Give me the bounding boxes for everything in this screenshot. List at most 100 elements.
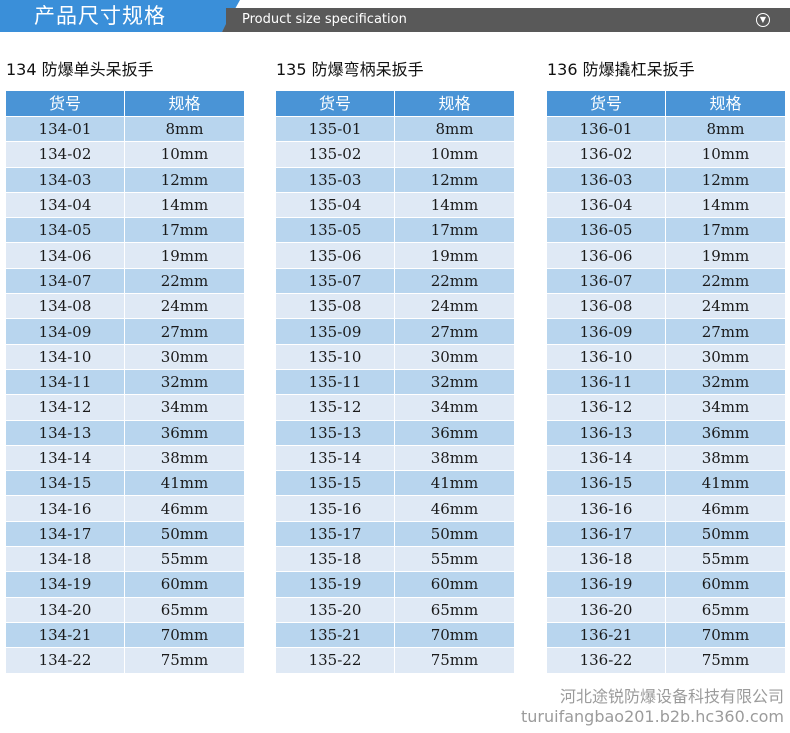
cell-spec: 27mm [124,318,245,345]
cell-spec: 10mm [124,141,245,168]
table-row: 136-20 65mm [546,596,786,623]
cell-item-no: 134-01 [5,115,125,143]
cell-spec: 24mm [665,293,786,320]
cell-item-no: 135-16 [275,495,395,522]
table-row: 134-06 19mm [5,242,245,269]
cell-item-no: 136-15 [546,470,666,497]
table-row: 136-07 22mm [546,267,786,295]
table-row: 136-09 27mm [546,318,786,345]
cell-spec: 27mm [394,318,515,345]
table-header-row: 货号 规格 [5,90,245,117]
cell-item-no: 135-01 [275,115,395,143]
cell-item-no: 135-22 [275,647,395,674]
table-row: 134-04 14mm [5,191,245,219]
table-header-row: 货号 规格 [546,90,786,117]
cell-spec: 75mm [394,647,515,674]
cell-item-no: 135-06 [275,242,395,269]
table-header-row: 货号 规格 [275,90,515,117]
cell-item-no: 136-08 [546,293,666,320]
cell-item-no: 134-08 [5,293,125,320]
cell-spec: 30mm [394,343,515,370]
cell-spec: 19mm [124,242,245,269]
cell-item-no: 135-21 [275,621,395,649]
table-row: 135-04 14mm [275,191,515,219]
cell-item-no: 136-01 [546,115,666,143]
cell-item-no: 136-16 [546,495,666,522]
table-row: 135-03 12mm [275,166,515,193]
column-header-item-no: 货号 [546,90,666,117]
table-row: 134-11 32mm [5,368,245,396]
cell-spec: 22mm [394,267,515,295]
table-row: 136-21 70mm [546,621,786,649]
cell-item-no: 134-17 [5,520,125,548]
table-row: 135-17 50mm [275,520,515,548]
cell-item-no: 136-20 [546,596,666,623]
cell-spec: 46mm [124,495,245,522]
cell-spec: 34mm [124,394,245,421]
table-row: 136-11 32mm [546,368,786,396]
table-row: 134-09 27mm [5,318,245,345]
cell-spec: 24mm [394,293,515,320]
cell-spec: 38mm [665,444,786,472]
cell-spec: 27mm [665,318,786,345]
table-row: 135-18 55mm [275,546,515,573]
cell-spec: 70mm [124,621,245,649]
table-body: 136-01 8mm 136-02 10mm 136-03 12mm 136-04 14mm 1… [546,115,786,674]
cell-spec: 8mm [394,115,515,143]
table-row: 134-15 41mm [5,470,245,497]
table-title: 135 防爆弯柄呆扳手 [276,60,424,79]
cell-item-no: 135-11 [275,368,395,396]
cell-item-no: 134-06 [5,242,125,269]
cell-item-no: 134-02 [5,141,125,168]
chevron-down-circle-icon[interactable]: ▼ [756,13,770,27]
table-row: 136-03 12mm [546,166,786,193]
cell-spec: 36mm [124,419,245,446]
table-row: 136-18 55mm [546,546,786,573]
cell-spec: 46mm [665,495,786,522]
cell-spec: 65mm [124,596,245,623]
table-body: 135-01 8mm 135-02 10mm 135-03 12mm 135-04 14mm 1… [275,115,515,674]
cell-spec: 55mm [394,546,515,573]
cell-item-no: 136-12 [546,394,666,421]
table-row: 134-21 70mm [5,621,245,649]
cell-spec: 41mm [394,470,515,497]
table-row: 135-13 36mm [275,419,515,446]
cell-item-no: 136-17 [546,520,666,548]
table-row: 136-06 19mm [546,242,786,269]
cell-spec: 30mm [124,343,245,370]
table-row: 135-20 65mm [275,596,515,623]
cell-item-no: 136-09 [546,318,666,345]
cell-spec: 10mm [665,141,786,168]
table-row: 134-07 22mm [5,267,245,295]
table-row: 135-16 46mm [275,495,515,522]
cell-spec: 14mm [665,191,786,219]
cell-item-no: 135-19 [275,571,395,598]
cell-spec: 65mm [394,596,515,623]
cell-spec: 17mm [665,217,786,244]
section-header: 产品尺寸规格 Product size specification ▼ [0,0,790,40]
cell-spec: 65mm [665,596,786,623]
cell-spec: 22mm [665,267,786,295]
cell-item-no: 135-07 [275,267,395,295]
cell-spec: 12mm [394,166,515,193]
cell-spec: 32mm [665,368,786,396]
watermark-company: 河北途锐防爆设备科技有限公司 [559,687,784,706]
cell-item-no: 134-12 [5,394,125,421]
table-row: 135-09 27mm [275,318,515,345]
cell-item-no: 136-07 [546,267,666,295]
cell-spec: 32mm [394,368,515,396]
cell-item-no: 136-18 [546,546,666,573]
table-row: 135-07 22mm [275,267,515,295]
cell-spec: 55mm [665,546,786,573]
cell-spec: 41mm [665,470,786,497]
table-row: 135-19 60mm [275,571,515,598]
page-title: 产品尺寸规格 [34,4,166,28]
cell-item-no: 135-05 [275,217,395,244]
table-row: 134-14 38mm [5,444,245,472]
table-row: 135-02 10mm [275,141,515,168]
spec-grid: 货号 规格 135-01 8mm 135-02 10mm 135-03 12mm 135-0… [275,90,515,674]
table-row: 135-15 41mm [275,470,515,497]
cell-item-no: 136-21 [546,621,666,649]
table-row: 135-21 70mm [275,621,515,649]
table-row: 134-19 60mm [5,571,245,598]
